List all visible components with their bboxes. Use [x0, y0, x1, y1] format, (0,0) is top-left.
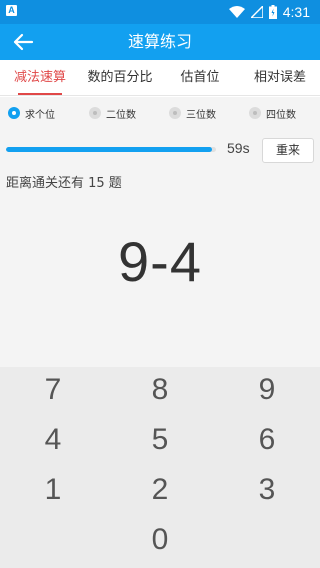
- key-8[interactable]: 8: [107, 367, 213, 417]
- radio-units[interactable]: 求个位: [8, 106, 55, 121]
- radio-label: 求个位: [25, 109, 55, 121]
- key-7[interactable]: 7: [0, 367, 106, 417]
- radio-four-digit[interactable]: 四位数: [249, 106, 296, 121]
- mode-tabs: 减法速算 数的百分比 估首位 相对误差: [0, 60, 320, 96]
- radio-dot-icon: [249, 107, 261, 119]
- tab-percentage[interactable]: 数的百分比: [80, 60, 160, 95]
- digit-options: 求个位 二位数 三位数 四位数: [0, 97, 320, 129]
- key-5[interactable]: 5: [107, 417, 213, 467]
- radio-three-digit[interactable]: 三位数: [169, 106, 216, 121]
- radio-label: 四位数: [266, 109, 296, 121]
- radio-label: 二位数: [106, 109, 136, 121]
- tab-relative-error[interactable]: 相对误差: [240, 60, 320, 95]
- key-9[interactable]: 9: [214, 367, 320, 417]
- tab-subtraction[interactable]: 减法速算: [0, 60, 80, 95]
- status-icons: 4:31: [228, 3, 310, 21]
- radio-two-digit[interactable]: 二位数: [89, 106, 136, 121]
- restart-button[interactable]: 重来: [262, 138, 314, 163]
- radio-label: 三位数: [186, 109, 216, 121]
- timer-progress-fill: [6, 147, 212, 152]
- page-title: 速算练习: [127, 32, 192, 51]
- key-3[interactable]: 3: [214, 467, 320, 517]
- clock: 4:31: [282, 4, 310, 20]
- wifi-icon: [228, 6, 245, 18]
- radio-dot-icon: [89, 107, 101, 119]
- number-keypad: 7 8 9 4 5 6 1 2 3 0: [0, 367, 320, 568]
- key-2[interactable]: 2: [107, 467, 213, 517]
- app-bar: 速算练习: [0, 24, 320, 60]
- notification-icon: A: [6, 5, 17, 16]
- key-0[interactable]: 0: [107, 517, 213, 567]
- radio-dot-icon: [8, 107, 20, 119]
- timer-label: 59s: [227, 140, 250, 156]
- timer-progress-bar: [6, 147, 216, 152]
- problem-expression: 9-4: [118, 230, 202, 293]
- quiz-area: 59s 重来 距离通关还有 15 题 9-4: [0, 129, 320, 367]
- tab-first-digit[interactable]: 估首位: [160, 60, 240, 95]
- status-bar: A 4:31: [0, 0, 320, 24]
- battery-icon: [268, 5, 277, 19]
- remaining-count: 距离通关还有 15 题: [6, 176, 122, 191]
- signal-icon: [250, 6, 263, 18]
- key-1[interactable]: 1: [0, 467, 106, 517]
- key-6[interactable]: 6: [214, 417, 320, 467]
- radio-dot-icon: [169, 107, 181, 119]
- key-4[interactable]: 4: [0, 417, 106, 467]
